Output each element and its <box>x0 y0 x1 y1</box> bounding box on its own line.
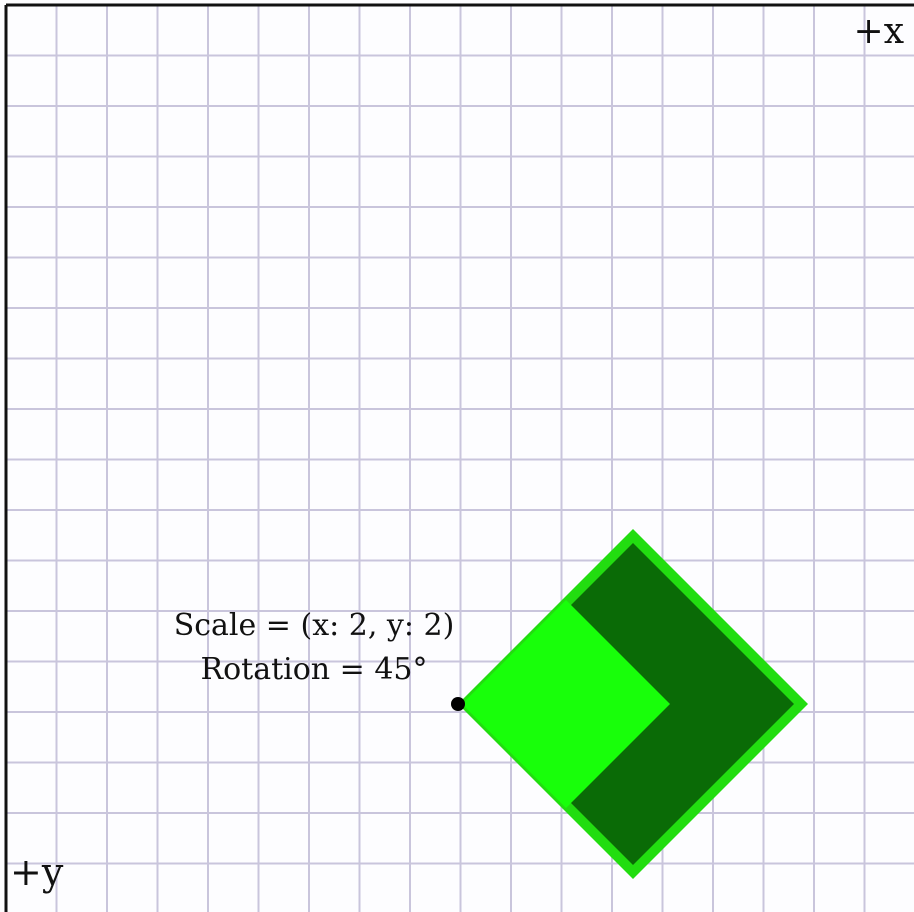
transform-diagram: +x +y Scale = (x: 2, y: 2) Rotation = 45… <box>0 0 914 912</box>
rotation-text: Rotation = 45° <box>200 652 428 687</box>
pivot-point <box>451 697 465 711</box>
diagram-canvas <box>4 3 914 912</box>
x-axis-label: +x <box>853 11 904 52</box>
transform-annotation: Scale = (x: 2, y: 2) Rotation = 45° <box>164 604 464 692</box>
scale-text: Scale = (x: 2, y: 2) <box>173 608 455 643</box>
grid-lines <box>6 5 914 912</box>
y-axis-label: +y <box>10 850 64 894</box>
